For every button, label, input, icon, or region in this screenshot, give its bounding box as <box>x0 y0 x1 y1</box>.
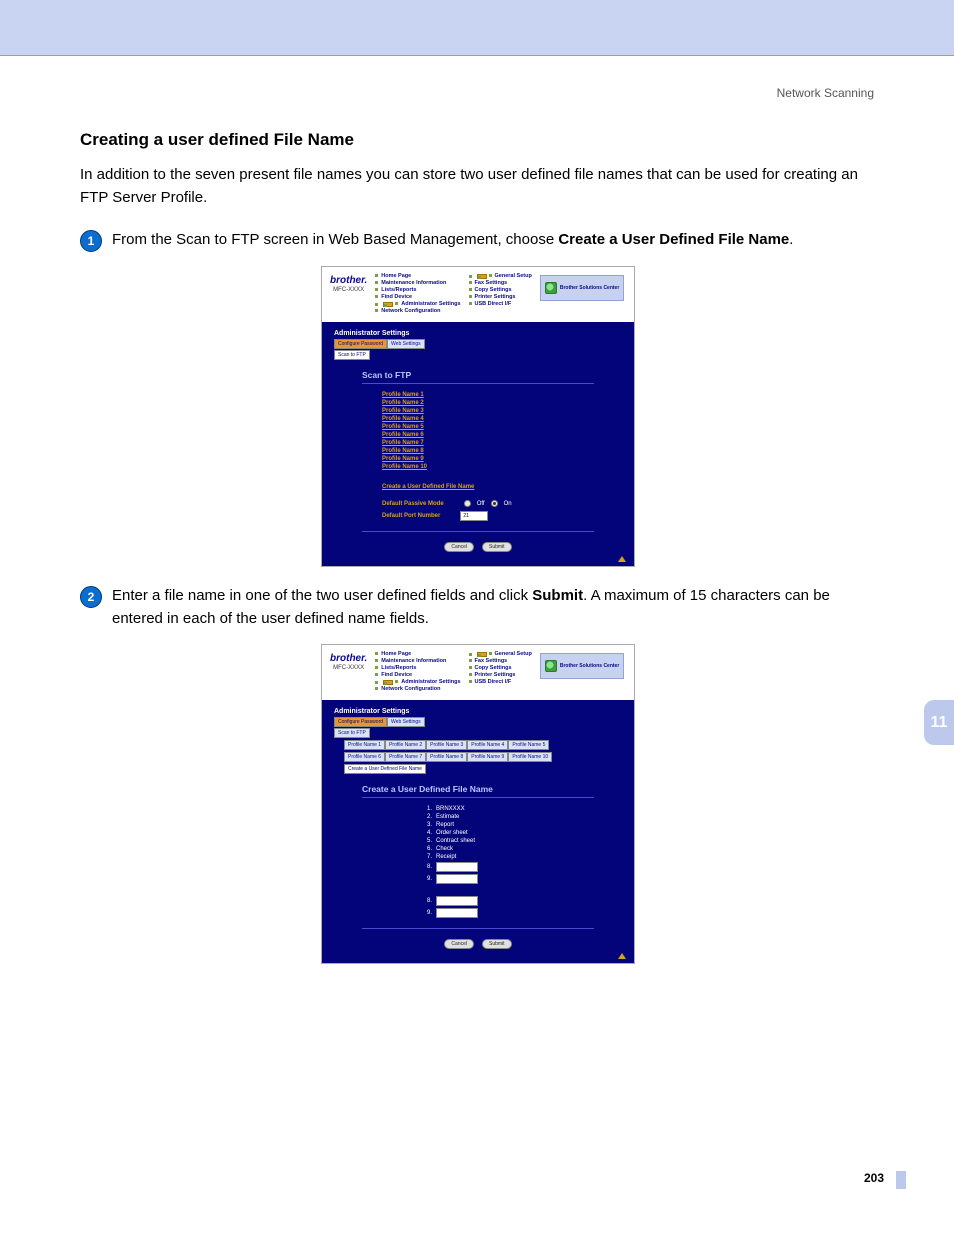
scroll-top-icon[interactable] <box>618 556 626 562</box>
tab-web-settings[interactable]: Web Settings <box>387 717 425 727</box>
user-defined-input-8a[interactable] <box>436 862 478 872</box>
panel-title: Scan to FTP <box>362 370 594 384</box>
tab-create-user-defined[interactable]: Create a User Defined File Name <box>344 764 426 774</box>
cancel-button[interactable]: Cancel <box>444 542 474 552</box>
step2-pre: Enter a file name in one of the two user… <box>112 587 532 604</box>
nav-col-1[interactable]: Home Page Maintenance Information Lists/… <box>375 651 460 692</box>
screenshot-2: brother. MFC-XXXX Home Page Maintenance … <box>321 644 633 964</box>
profile-link[interactable]: Profile Name 2 <box>382 400 594 406</box>
scroll-top-icon[interactable] <box>618 953 626 959</box>
tab-scan-to-ftp[interactable]: Scan to FTP <box>334 350 370 360</box>
filename-list: 1.BRNXXXX 2.Estimate 3.Report 4.Order sh… <box>422 806 594 918</box>
user-defined-input-8b[interactable] <box>436 896 478 906</box>
user-defined-input-9a[interactable] <box>436 874 478 884</box>
profile-tab[interactable]: Profile Name 3 <box>426 740 467 750</box>
profile-link[interactable]: Profile Name 7 <box>382 440 594 446</box>
tab-configure-password[interactable]: Configure Password <box>334 339 387 349</box>
admin-settings-header: Administrator Settings <box>334 330 622 337</box>
chapter-tab: 11 <box>924 700 954 745</box>
passive-mode-label: Default Passive Mode <box>382 501 444 507</box>
intro-text: In addition to the seven present file na… <box>80 164 874 209</box>
solutions-center-link[interactable]: Brother Solutions Center <box>540 653 624 679</box>
step-2: 2 Enter a file name in one of the two us… <box>80 585 874 630</box>
step2-bold: Submit <box>532 587 583 604</box>
admin-settings-header: Administrator Settings <box>334 708 622 715</box>
nav-col-1[interactable]: Home Page Maintenance Information Lists/… <box>375 273 460 314</box>
profile-link[interactable]: Profile Name 5 <box>382 424 594 430</box>
profile-link[interactable]: Profile Name 3 <box>382 408 594 414</box>
nav-col-2[interactable]: General Setup Fax Settings Copy Settings… <box>469 273 532 307</box>
globe-icon <box>545 282 557 294</box>
nav-col-2[interactable]: General Setup Fax Settings Copy Settings… <box>469 651 532 685</box>
passive-on-radio[interactable] <box>491 500 498 507</box>
profile-tab[interactable]: Profile Name 8 <box>426 752 467 762</box>
step1-post: . <box>789 231 793 248</box>
solutions-center-link[interactable]: Brother Solutions Center <box>540 275 624 301</box>
profile-link[interactable]: Profile Name 1 <box>382 392 594 398</box>
profile-tab[interactable]: Profile Name 7 <box>385 752 426 762</box>
port-label: Default Port Number <box>382 513 440 519</box>
section-title: Creating a user defined File Name <box>80 130 874 150</box>
submit-button[interactable]: Submit <box>482 939 512 949</box>
tab-web-settings[interactable]: Web Settings <box>387 339 425 349</box>
tab-scan-to-ftp[interactable]: Scan to FTP <box>334 728 370 738</box>
header-band <box>0 0 954 55</box>
profile-link[interactable]: Profile Name 8 <box>382 448 594 454</box>
port-input[interactable]: 21 <box>460 511 488 521</box>
tab-configure-password[interactable]: Configure Password <box>334 717 387 727</box>
brand-logo: brother. MFC-XXXX <box>330 273 367 293</box>
profile-tab[interactable]: Profile Name 6 <box>344 752 385 762</box>
step-number-1: 1 <box>80 230 102 252</box>
profile-list: Profile Name 1 Profile Name 2 Profile Na… <box>362 392 594 470</box>
profile-tab[interactable]: Profile Name 4 <box>467 740 508 750</box>
profile-tab[interactable]: Profile Name 5 <box>508 740 549 750</box>
profile-tab[interactable]: Profile Name 10 <box>508 752 552 762</box>
profile-link[interactable]: Profile Name 10 <box>382 464 594 470</box>
step-1: 1 From the Scan to FTP screen in Web Bas… <box>80 229 874 252</box>
model-label: MFC-XXXX <box>330 665 367 671</box>
profile-tab[interactable]: Profile Name 9 <box>467 752 508 762</box>
user-defined-input-9b[interactable] <box>436 908 478 918</box>
footer-decor <box>896 1171 906 1189</box>
profile-link[interactable]: Profile Name 4 <box>382 416 594 422</box>
panel-title: Create a User Defined File Name <box>362 784 594 798</box>
running-header: Network Scanning <box>80 86 874 100</box>
globe-icon <box>545 660 557 672</box>
step1-pre: From the Scan to FTP screen in Web Based… <box>112 231 558 248</box>
step1-bold: Create a User Defined File Name <box>558 231 789 248</box>
submit-button[interactable]: Submit <box>482 542 512 552</box>
screenshot-1: brother. MFC-XXXX Home Page Maintenance … <box>321 266 633 567</box>
model-label: MFC-XXXX <box>330 287 367 293</box>
step-number-2: 2 <box>80 586 102 608</box>
profile-link[interactable]: Profile Name 6 <box>382 432 594 438</box>
profile-link[interactable]: Profile Name 9 <box>382 456 594 462</box>
brand-logo: brother. MFC-XXXX <box>330 651 367 671</box>
profile-tab[interactable]: Profile Name 1 <box>344 740 385 750</box>
page-number: 203 <box>864 1171 884 1185</box>
create-user-defined-link[interactable]: Create a User Defined File Name <box>382 484 594 490</box>
passive-off-radio[interactable] <box>464 500 471 507</box>
cancel-button[interactable]: Cancel <box>444 939 474 949</box>
profile-tab[interactable]: Profile Name 2 <box>385 740 426 750</box>
